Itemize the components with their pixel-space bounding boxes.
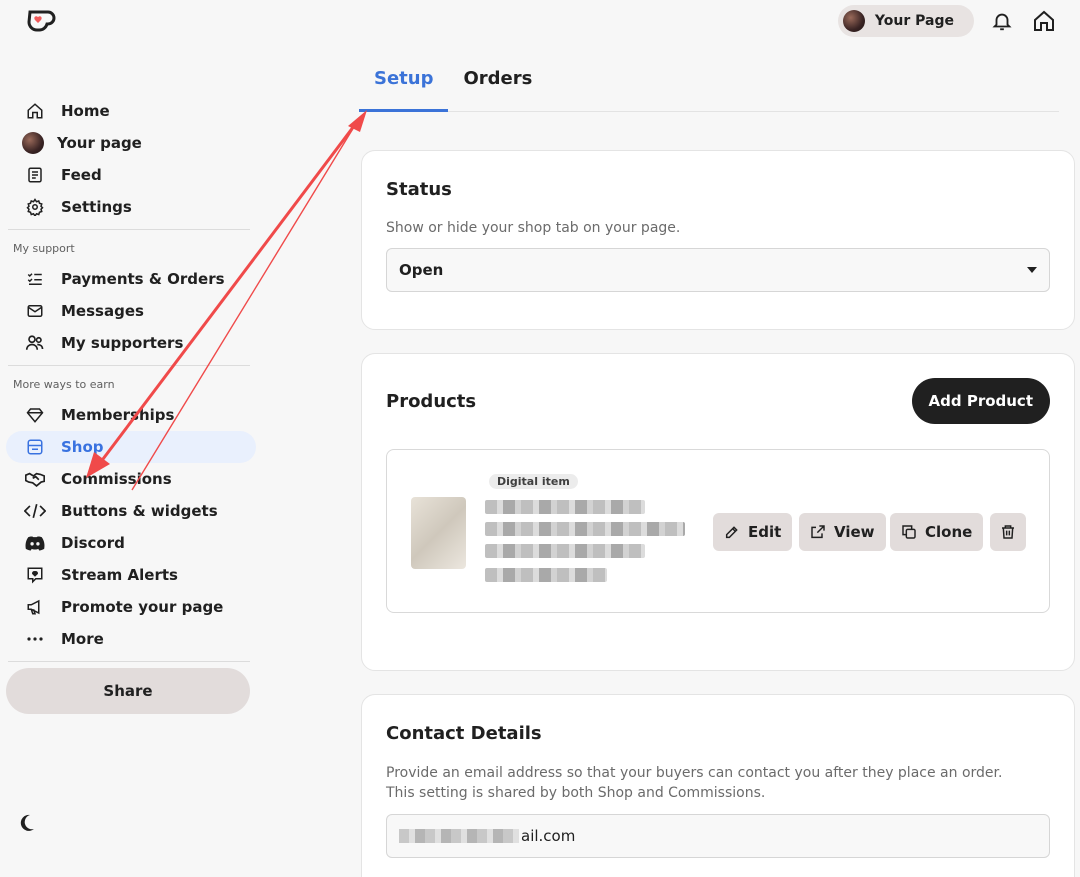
clone-product-button[interactable]: Clone (890, 513, 984, 551)
discord-icon (24, 532, 46, 554)
sidebar-item-your-page[interactable]: Your page (6, 127, 256, 159)
products-title: Products (386, 391, 477, 412)
contact-title: Contact Details (386, 723, 542, 744)
sidebar-item-promote[interactable]: Promote your page (6, 591, 256, 623)
home-icon[interactable] (1030, 7, 1058, 35)
contact-details-card: Contact Details Provide an email address… (361, 694, 1075, 877)
sidebar-item-discord[interactable]: Discord (6, 527, 256, 559)
sidebar-item-home[interactable]: Home (6, 95, 256, 127)
add-product-button[interactable]: Add Product (911, 378, 1050, 424)
stream-alert-icon (24, 564, 46, 586)
product-price-redacted (485, 568, 607, 582)
sidebar-divider (8, 365, 250, 366)
diamond-icon (24, 404, 46, 426)
share-button[interactable]: Share (6, 668, 250, 714)
sidebar-item-settings[interactable]: Settings (6, 191, 256, 223)
sidebar-divider (8, 229, 250, 230)
status-select-value: Open (399, 261, 444, 279)
copy-icon (902, 525, 916, 539)
avatar (22, 132, 44, 154)
tab-setup[interactable]: Setup (359, 60, 449, 112)
status-title: Status (386, 179, 452, 200)
product-name-redacted (485, 522, 685, 536)
products-card: Products Add Product Digital item Edit V… (361, 353, 1075, 671)
product-type-badge: Digital item (489, 474, 578, 489)
contact-email-input[interactable]: ail.com (386, 814, 1050, 858)
sidebar-item-my-supporters[interactable]: My supporters (6, 327, 256, 359)
status-select[interactable]: Open (386, 248, 1050, 292)
topbar-actions: Your Page (837, 5, 1058, 37)
sidebar-item-label: Home (61, 102, 110, 120)
feed-icon (24, 164, 46, 186)
sidebar-item-messages[interactable]: Messages (6, 295, 256, 327)
your-page-label: Your Page (874, 13, 954, 29)
shop-icon (24, 436, 46, 458)
delete-product-button[interactable] (990, 513, 1026, 551)
product-thumbnail (411, 497, 466, 569)
sidebar: Home Your page Feed Settings My support … (0, 95, 262, 714)
sidebar-item-label: Discord (61, 534, 125, 552)
sidebar-item-stream-alerts[interactable]: Stream Alerts (6, 559, 256, 591)
edit-label: Edit (748, 523, 782, 541)
gear-icon (24, 196, 46, 218)
edit-icon (725, 526, 738, 539)
section-label-support: My support (13, 242, 75, 255)
ko-fi-logo[interactable] (27, 8, 57, 34)
sidebar-item-memberships[interactable]: Memberships (6, 399, 256, 431)
external-link-icon (811, 525, 825, 539)
sidebar-item-label: Memberships (61, 406, 175, 424)
sidebar-item-label: Messages (61, 302, 144, 320)
product-name-redacted (485, 544, 645, 558)
email-visible-suffix: ail.com (521, 827, 576, 845)
moon-icon[interactable] (19, 814, 39, 834)
sidebar-item-more[interactable]: More (6, 623, 256, 655)
view-label: View (834, 523, 875, 541)
sidebar-item-buttons-widgets[interactable]: Buttons & widgets (6, 495, 256, 527)
sidebar-divider (8, 661, 250, 662)
sidebar-item-label: Feed (61, 166, 102, 184)
home-icon (24, 100, 46, 122)
sidebar-item-shop[interactable]: Shop (6, 431, 256, 463)
sidebar-item-label: Your page (57, 134, 142, 152)
avatar (842, 10, 865, 32)
bell-icon[interactable] (988, 7, 1016, 35)
sidebar-item-label: Buttons & widgets (61, 502, 218, 520)
sidebar-item-label: More (61, 630, 104, 648)
contact-description: Provide an email address so that your bu… (386, 765, 1003, 801)
product-item: Digital item Edit View Clone (386, 449, 1050, 613)
email-redacted (399, 829, 519, 843)
sidebar-item-label: Promote your page (61, 598, 224, 616)
handshake-icon (24, 468, 46, 490)
sidebar-item-commissions[interactable]: Commissions (6, 463, 256, 495)
sidebar-item-payments-orders[interactable]: Payments & Orders (6, 263, 256, 295)
caret-down-icon (1027, 267, 1037, 273)
tab-orders[interactable]: Orders (448, 60, 547, 112)
sidebar-item-label: Stream Alerts (61, 566, 178, 584)
more-icon (24, 628, 46, 650)
list-check-icon (24, 268, 46, 290)
sidebar-item-label: Payments & Orders (61, 270, 225, 288)
shop-tabs: Setup Orders (359, 60, 1059, 112)
sidebar-item-label: My supporters (61, 334, 184, 352)
sidebar-item-label: Shop (61, 438, 104, 456)
users-icon (24, 332, 46, 354)
status-description: Show or hide your shop tab on your page. (386, 220, 681, 236)
sidebar-item-feed[interactable]: Feed (6, 159, 256, 191)
mail-icon (24, 300, 46, 322)
your-page-button[interactable]: Your Page (837, 5, 974, 37)
edit-product-button[interactable]: Edit (713, 513, 793, 551)
code-icon (24, 500, 46, 522)
product-name-redacted (485, 500, 645, 514)
sidebar-item-label: Settings (61, 198, 132, 216)
clone-label: Clone (925, 523, 973, 541)
view-product-button[interactable]: View (799, 513, 886, 551)
megaphone-icon (24, 596, 46, 618)
status-card: Status Show or hide your shop tab on you… (361, 150, 1075, 330)
sidebar-item-label: Commissions (61, 470, 172, 488)
trash-icon (1002, 525, 1014, 539)
section-label-earn: More ways to earn (13, 378, 115, 391)
